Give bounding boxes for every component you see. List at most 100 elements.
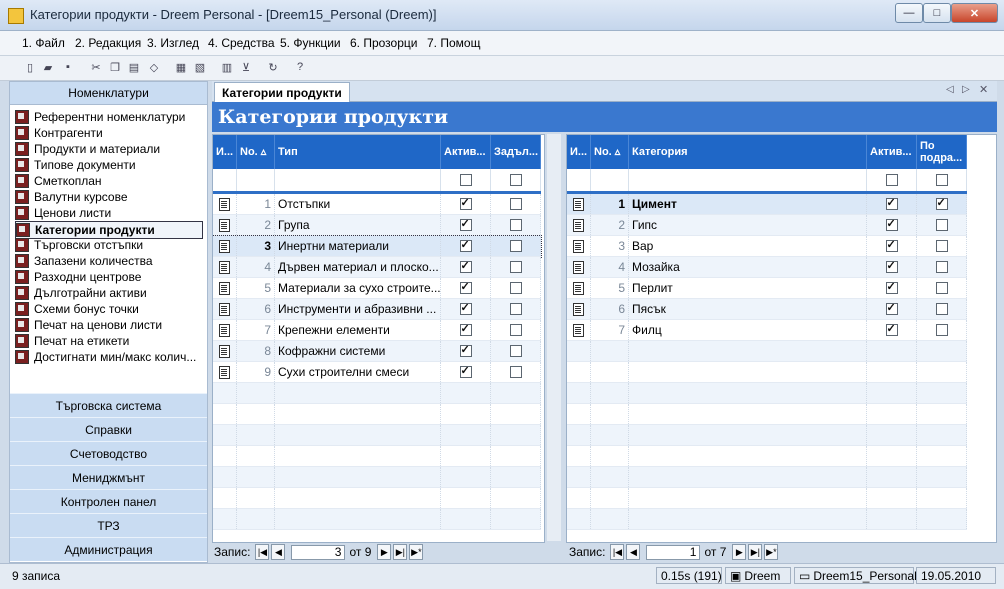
filter-checkbox[interactable]	[885, 174, 898, 186]
table-row[interactable]	[567, 509, 967, 530]
open-icon[interactable]: ▰	[40, 59, 56, 75]
empty-cell[interactable]	[867, 425, 917, 445]
row-checkbox[interactable]	[885, 280, 898, 294]
record-number-input[interactable]: 1	[646, 544, 701, 560]
menu-windows[interactable]: 6. Прозорци	[350, 36, 417, 50]
filter-checkbox[interactable]	[459, 174, 472, 186]
empty-cell[interactable]	[867, 362, 917, 382]
nav-item[interactable]: Типове документи	[15, 157, 203, 173]
row-checkbox[interactable]	[885, 217, 898, 231]
nav-group-button[interactable]: ТРЗ	[10, 513, 207, 537]
eraser-icon[interactable]: ◇	[146, 59, 162, 75]
filter-cell[interactable]	[867, 169, 917, 191]
checkbox-cell[interactable]	[441, 299, 491, 319]
new-record-button[interactable]: ▶*	[764, 544, 779, 560]
nav-item[interactable]: Търговски отстъпки	[15, 237, 203, 253]
empty-cell[interactable]	[917, 383, 967, 403]
empty-cell[interactable]	[917, 362, 967, 382]
table-row[interactable]	[213, 509, 541, 530]
checkbox-cell[interactable]	[917, 278, 967, 298]
grid-splitter[interactable]	[547, 134, 561, 541]
table-row[interactable]	[567, 362, 967, 383]
empty-cell[interactable]	[917, 488, 967, 508]
checkbox-cell[interactable]	[491, 320, 541, 340]
empty-cell[interactable]	[441, 509, 491, 529]
copy-icon[interactable]: ❐	[107, 59, 123, 75]
row-checkbox[interactable]	[459, 196, 472, 210]
filter-cell[interactable]	[567, 169, 591, 191]
row-checkbox[interactable]	[509, 219, 522, 231]
column-header[interactable]: По подра...	[917, 135, 967, 169]
nav-item[interactable]: Референтни номенклатури	[15, 109, 203, 125]
row-checkbox[interactable]	[885, 196, 898, 210]
nav-item[interactable]: Сметкоплан	[15, 173, 203, 189]
filter-checkbox[interactable]	[935, 174, 948, 186]
checkbox-cell[interactable]	[917, 257, 967, 277]
row-checkbox[interactable]	[509, 198, 522, 210]
table-row[interactable]: 6 Пясък	[567, 299, 967, 320]
row-checkbox[interactable]	[885, 259, 898, 273]
save-icon[interactable]: ▪	[60, 59, 76, 75]
column-header[interactable]: Задъл...	[491, 135, 541, 169]
menu-edit[interactable]: 2. Редакция	[75, 36, 141, 50]
empty-cell[interactable]	[441, 404, 491, 424]
column-header[interactable]: И...	[213, 135, 237, 169]
checkbox-cell[interactable]	[491, 194, 541, 214]
menu-help[interactable]: 7. Помощ	[427, 36, 480, 50]
checkbox-cell[interactable]	[867, 320, 917, 340]
empty-cell[interactable]	[491, 509, 541, 529]
nav-item[interactable]: Запазени количества	[15, 253, 203, 269]
first-record-button[interactable]: |◀	[255, 544, 270, 560]
checkbox-cell[interactable]	[867, 194, 917, 214]
nav-group-button[interactable]: Търговска система	[10, 393, 207, 417]
checkbox-cell[interactable]	[491, 362, 541, 382]
table-row[interactable]	[567, 467, 967, 488]
checkbox-cell[interactable]	[867, 257, 917, 277]
row-checkbox[interactable]	[459, 364, 472, 378]
empty-cell[interactable]	[491, 467, 541, 487]
table-row[interactable]: 5 Перлит	[567, 278, 967, 299]
checkbox-cell[interactable]	[917, 215, 967, 235]
checkbox-cell[interactable]	[917, 194, 967, 214]
row-checkbox[interactable]	[509, 282, 522, 294]
table-row[interactable]: 2 Гипс	[567, 215, 967, 236]
checkbox-cell[interactable]	[491, 257, 541, 277]
help-icon[interactable]: ?	[292, 59, 308, 75]
row-checkbox[interactable]	[885, 238, 898, 252]
print-icon[interactable]: ▦	[173, 59, 189, 75]
table-row[interactable]	[213, 404, 541, 425]
paste-icon[interactable]: ▤	[126, 59, 142, 75]
empty-cell[interactable]	[491, 488, 541, 508]
empty-cell[interactable]	[491, 425, 541, 445]
table-row[interactable]	[213, 488, 541, 509]
empty-cell[interactable]	[441, 488, 491, 508]
table-row[interactable]	[213, 446, 541, 467]
last-record-button[interactable]: ▶|	[748, 544, 763, 560]
filter-cell[interactable]	[491, 169, 541, 191]
prev-record-button[interactable]: ◀	[626, 544, 641, 560]
table-row[interactable]: 9 Сухи строителни смеси	[213, 362, 541, 383]
table-row[interactable]	[567, 404, 967, 425]
table-row[interactable]	[213, 467, 541, 488]
checkbox-cell[interactable]	[491, 341, 541, 361]
column-header[interactable]: No. ▵	[591, 135, 629, 169]
table-row[interactable]: 7 Крепежни елементи	[213, 320, 541, 341]
checkbox-cell[interactable]	[441, 362, 491, 382]
row-checkbox[interactable]	[935, 261, 948, 273]
filter-cell[interactable]	[237, 169, 275, 191]
checkbox-cell[interactable]	[441, 215, 491, 235]
row-checkbox[interactable]	[935, 303, 948, 315]
tab-scroll-right-icon[interactable]: ▷	[962, 84, 970, 95]
tab-close-icon[interactable]: ✕	[979, 83, 988, 96]
checkbox-cell[interactable]	[491, 278, 541, 298]
empty-cell[interactable]	[917, 467, 967, 487]
row-checkbox[interactable]	[509, 303, 522, 315]
nav-group-button[interactable]: Мениджмънт	[10, 465, 207, 489]
empty-cell[interactable]	[867, 467, 917, 487]
nav-item[interactable]: Валутни курсове	[15, 189, 203, 205]
nav-item[interactable]: Контрагенти	[15, 125, 203, 141]
nav-group-button[interactable]: Администрация	[10, 537, 207, 561]
checkbox-cell[interactable]	[917, 320, 967, 340]
table-row[interactable]: 1 Цимент	[567, 194, 967, 215]
row-checkbox[interactable]	[885, 322, 898, 336]
